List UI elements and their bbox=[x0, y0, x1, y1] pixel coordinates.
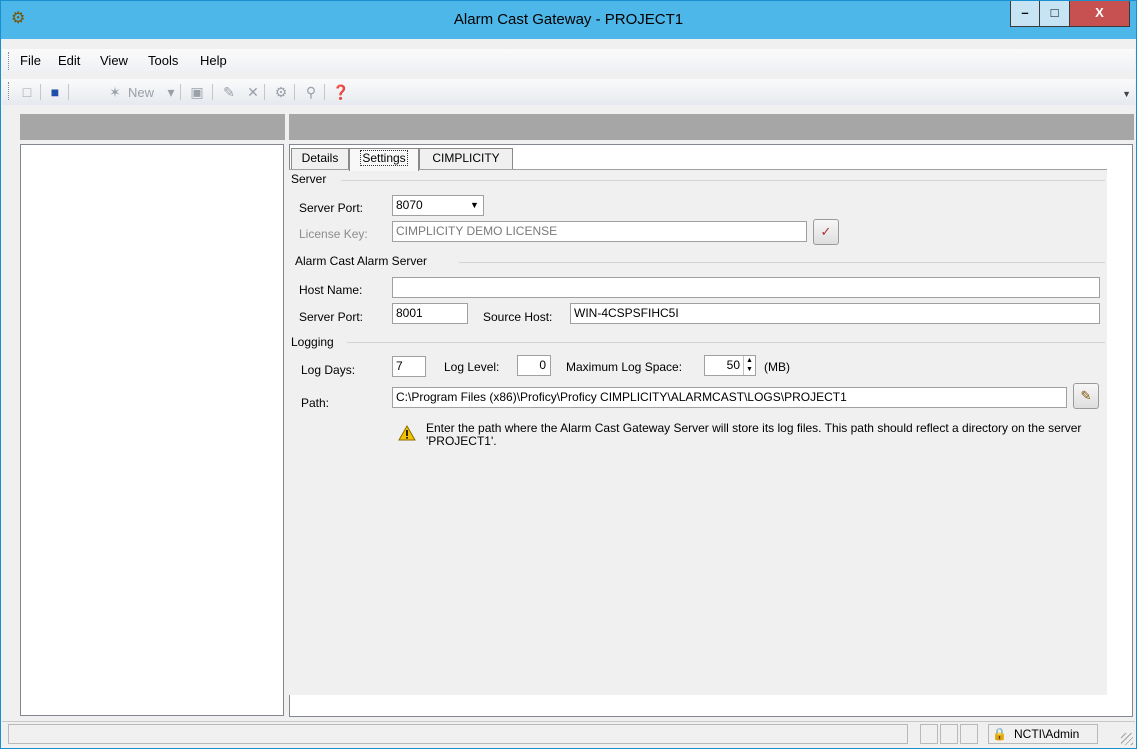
delete-icon[interactable]: ✕ bbox=[244, 83, 262, 101]
menu-view[interactable]: View bbox=[100, 53, 128, 68]
log-level-field[interactable]: 0 bbox=[517, 355, 551, 376]
resize-grip[interactable] bbox=[1121, 733, 1133, 745]
max-log-space-value: 50 bbox=[726, 358, 740, 372]
user-lock-icon: 🔒 bbox=[992, 727, 1007, 741]
chevron-down-icon[interactable]: ▼ bbox=[466, 196, 483, 215]
close-icon: X bbox=[1095, 5, 1104, 20]
log-days-label: Log Days: bbox=[301, 363, 356, 377]
host-name-label: Host Name: bbox=[299, 283, 363, 297]
warning-icon bbox=[398, 425, 416, 441]
main-window: ⚙ Alarm Cast Gateway - PROJECT1 – □ X Fi… bbox=[0, 0, 1137, 749]
maximize-icon: □ bbox=[1050, 5, 1059, 20]
status-panel bbox=[940, 724, 958, 744]
menu-grip[interactable] bbox=[8, 52, 12, 70]
properties-header bbox=[289, 114, 1134, 140]
maximize-button[interactable]: □ bbox=[1040, 1, 1070, 27]
license-key-field[interactable]: CIMPLICITY DEMO LICENSE bbox=[392, 221, 807, 242]
toolbar-separator bbox=[212, 84, 213, 100]
minimize-button[interactable]: – bbox=[1010, 1, 1040, 27]
toolbar-overflow-icon[interactable]: ▼ bbox=[1122, 89, 1131, 99]
toolbar-separator bbox=[40, 84, 41, 100]
browse-button[interactable]: ✎ bbox=[1073, 383, 1099, 409]
new-dropdown-icon[interactable]: ▾ bbox=[162, 83, 180, 101]
save-icon[interactable]: ■ bbox=[46, 83, 64, 101]
toolbar: □ ■ ✶ New ▾ ▣ ✎ ✕ ⚙ ⚲ ❓ ▼ bbox=[2, 79, 1135, 105]
title-bar[interactable]: ⚙ Alarm Cast Gateway - PROJECT1 – □ X bbox=[1, 1, 1136, 39]
menu-help[interactable]: Help bbox=[200, 53, 227, 68]
license-button[interactable]: ✓ bbox=[813, 219, 839, 245]
source-host-field[interactable]: WIN-4CSPSFIHC5I bbox=[570, 303, 1100, 324]
toolbar-separator bbox=[264, 84, 265, 100]
status-panel-main bbox=[8, 724, 908, 744]
spinner-arrows-icon[interactable]: ▲ ▼ bbox=[743, 356, 755, 375]
server-port-value: 8070 bbox=[396, 198, 423, 212]
window-title: Alarm Cast Gateway - PROJECT1 bbox=[453, 11, 684, 28]
status-bar: 🔒 NCTI\Admin bbox=[2, 721, 1135, 747]
alarm-server-port-field[interactable]: 8001 bbox=[392, 303, 468, 324]
project-tree[interactable] bbox=[20, 144, 284, 716]
new-icon[interactable]: ✶ bbox=[106, 83, 124, 101]
log-space-unit: (MB) bbox=[764, 360, 790, 374]
log-days-field[interactable]: 7 bbox=[392, 356, 426, 377]
log-path-warning-text: Enter the path where the Alarm Cast Gate… bbox=[426, 421, 1082, 448]
folder-browse-icon: ✎ bbox=[1080, 388, 1092, 403]
tab-settings-label: Settings bbox=[360, 150, 408, 166]
path-label: Path: bbox=[301, 396, 330, 410]
tab-details[interactable]: Details bbox=[291, 148, 349, 169]
menu-edit[interactable]: Edit bbox=[58, 53, 80, 68]
source-host-label: Source Host: bbox=[483, 310, 553, 324]
license-icon: ✓ bbox=[820, 224, 832, 239]
close-button[interactable]: X bbox=[1070, 1, 1130, 27]
menu-bar: File Edit View Tools Help bbox=[2, 49, 1135, 73]
menu-tools[interactable]: Tools bbox=[148, 53, 178, 68]
find-icon[interactable]: ⚲ bbox=[302, 83, 320, 101]
current-user: NCTI\Admin bbox=[1014, 727, 1080, 741]
max-log-space-spinner[interactable]: 50 ▲ ▼ bbox=[704, 355, 756, 376]
license-key-label: License Key: bbox=[299, 227, 368, 241]
tree-header bbox=[20, 114, 285, 140]
toolbar-separator bbox=[68, 84, 69, 100]
tab-details-label: Details bbox=[301, 151, 339, 165]
help-icon[interactable]: ❓ bbox=[332, 83, 350, 101]
minimize-icon: – bbox=[1021, 5, 1029, 20]
edit-icon[interactable]: ✎ bbox=[220, 83, 238, 101]
log-path-field[interactable]: C:\Program Files (x86)\Proficy\Proficy C… bbox=[392, 387, 1067, 408]
toolbar-separator bbox=[180, 84, 181, 100]
tab-settings[interactable]: Settings bbox=[349, 148, 419, 171]
server-port-label: Server Port: bbox=[299, 201, 364, 215]
max-log-space-label: Maximum Log Space: bbox=[566, 360, 683, 374]
host-name-field[interactable] bbox=[392, 277, 1100, 298]
logging-group-title: Logging bbox=[291, 335, 334, 349]
toolbar-separator bbox=[294, 84, 295, 100]
toolbar-grip[interactable] bbox=[8, 82, 12, 100]
tab-cimplicity[interactable]: CIMPLICITY bbox=[419, 148, 513, 169]
server-port-combo[interactable]: 8070 ▼ bbox=[392, 195, 484, 216]
tab-cimplicity-label: CIMPLICITY bbox=[432, 151, 500, 165]
server-group-title: Server bbox=[291, 172, 327, 186]
new-button[interactable]: New bbox=[128, 85, 154, 100]
properties-icon[interactable]: ⚙ bbox=[272, 83, 290, 101]
server-group-line bbox=[341, 180, 1105, 181]
alarm-server-port-label: Server Port: bbox=[299, 310, 364, 324]
alarm-server-group-line bbox=[459, 262, 1105, 263]
toolbar-separator bbox=[324, 84, 325, 100]
open-icon[interactable]: □ bbox=[18, 83, 36, 101]
status-panel bbox=[960, 724, 978, 744]
log-level-label: Log Level: bbox=[444, 360, 500, 374]
logging-group-line bbox=[347, 342, 1105, 343]
copy-icon[interactable]: ▣ bbox=[188, 83, 206, 101]
alarm-server-group-title: Alarm Cast Alarm Server bbox=[295, 254, 428, 268]
menu-file[interactable]: File bbox=[20, 53, 41, 68]
status-panel bbox=[920, 724, 938, 744]
